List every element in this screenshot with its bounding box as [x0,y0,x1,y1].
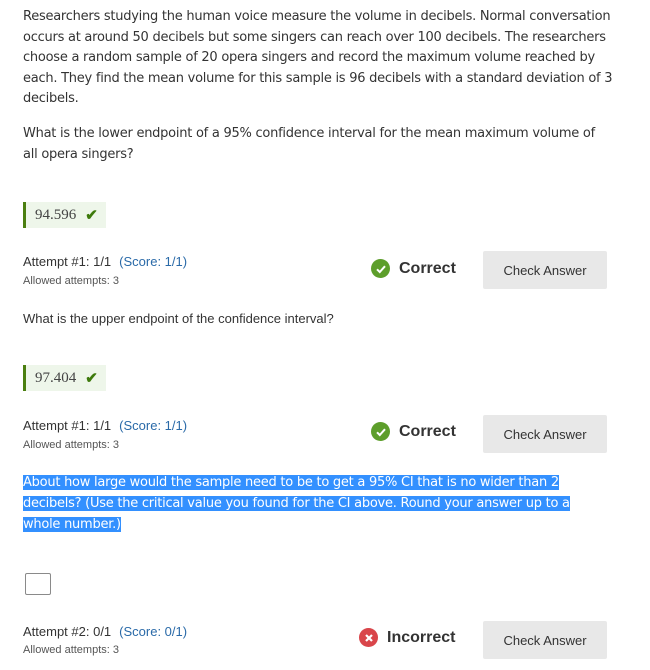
checkmark-icon: ✔ [85,207,98,224]
score-link[interactable]: (Score: 0/1) [119,624,187,639]
prompt-line: whole number.) [23,517,121,532]
answer-input-3[interactable] [25,573,51,595]
status-correct-1: Correct [371,259,456,278]
checkmark-icon: ✔ [85,370,98,387]
status-incorrect-3: Incorrect [359,628,455,647]
question-3-prompt: About how large would the sample need to… [23,472,613,535]
attempt-label: Attempt #1: 1/1 [23,254,112,269]
attempt-info-2: Attempt #1: 1/1 (Score: 1/1) [23,418,187,433]
check-circle-icon [371,422,390,441]
allowed-attempts-3: Allowed attempts: 3 [23,644,119,656]
problem-intro: Researchers studying the human voice mea… [23,9,613,107]
attempt-label: Attempt #1: 1/1 [23,418,112,433]
answer-value: 97.404 [35,369,77,386]
score-link[interactable]: (Score: 1/1) [119,418,187,433]
allowed-attempts-1: Allowed attempts: 3 [23,275,119,287]
allowed-attempts-2: Allowed attempts: 3 [23,439,119,451]
answer-value: 94.596 [35,206,77,223]
attempt-info-1: Attempt #1: 1/1 (Score: 1/1) [23,254,187,269]
question-2-prompt: What is the upper endpoint of the confid… [23,311,334,326]
check-answer-button-2[interactable]: Check Answer [483,415,607,453]
answer-field-1[interactable]: 94.596 ✔ [23,202,106,228]
score-link[interactable]: (Score: 1/1) [119,254,187,269]
status-label: Correct [399,259,456,277]
question-1-prompt: What is the lower endpoint of a 95% conf… [23,126,595,162]
status-label: Correct [399,422,456,440]
answer-field-2[interactable]: 97.404 ✔ [23,365,106,391]
check-circle-icon [371,259,390,278]
attempt-label: Attempt #2: 0/1 [23,624,112,639]
prompt-line: About how large would the sample need to… [23,475,559,490]
attempt-info-3: Attempt #2: 0/1 (Score: 0/1) [23,624,187,639]
prompt-line: decibels? (Use the critical value you fo… [23,496,570,511]
status-correct-2: Correct [371,422,456,441]
status-label: Incorrect [387,628,456,646]
x-circle-icon [359,628,378,647]
check-answer-button-1[interactable]: Check Answer [483,251,607,289]
check-answer-button-3[interactable]: Check Answer [483,621,607,659]
